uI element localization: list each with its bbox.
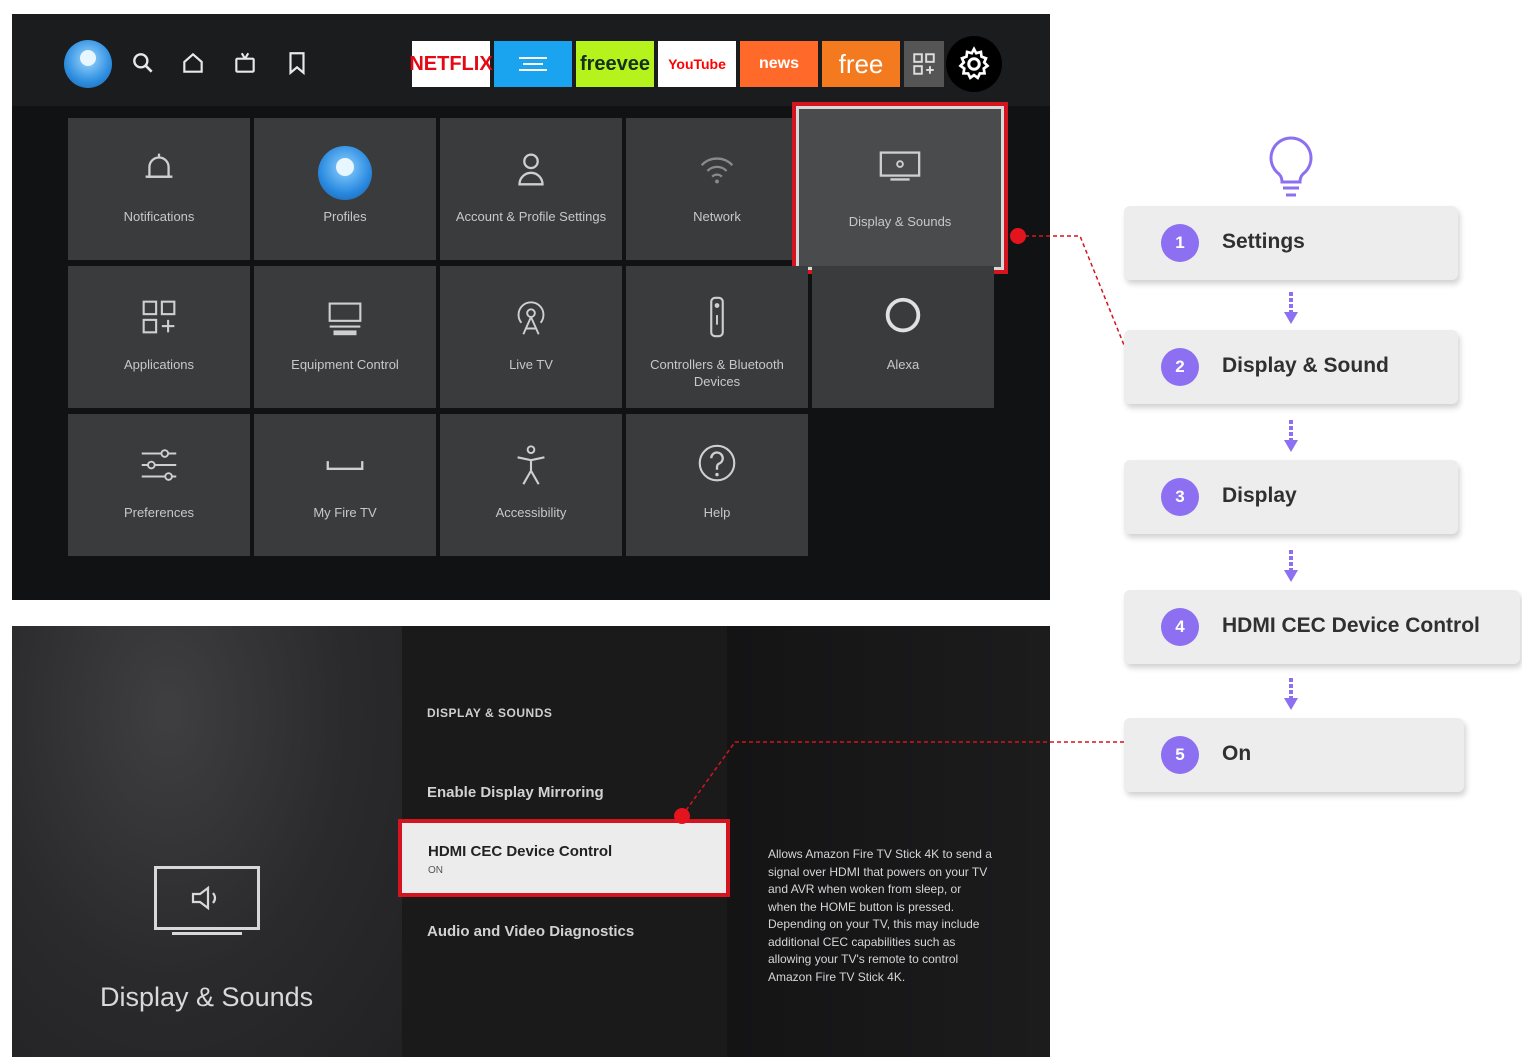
description-panel <box>727 626 1050 1057</box>
profile-avatar[interactable] <box>64 40 112 88</box>
app-label: news <box>758 55 799 72</box>
app-netflix[interactable]: NETFLIX <box>409 41 493 87</box>
antenna-icon <box>440 294 622 342</box>
display-sounds-screen: Display & Sounds DISPLAY & SOUNDS Enable… <box>12 626 1050 1057</box>
step-5: 5 On <box>1124 718 1464 792</box>
app-label: YouTube <box>668 56 726 72</box>
lightbulb-icon <box>1264 134 1318 200</box>
remote-icon <box>626 294 808 342</box>
marker-dot <box>674 808 690 824</box>
app-label: NETFLIX <box>409 52 493 75</box>
menu-item-av-diagnostics[interactable]: Audio and Video Diagnostics <box>427 923 634 940</box>
tile-label: Applications <box>123 357 195 372</box>
tile-equipment-control[interactable]: Equipment Control <box>254 266 436 408</box>
tile-label: Equipment Control <box>291 357 399 372</box>
tile-my-fire-tv[interactable]: My Fire TV <box>254 414 436 556</box>
step-label: On <box>1222 742 1252 765</box>
tile-alexa[interactable]: Alexa <box>812 266 994 408</box>
app-label: free <box>838 48 884 79</box>
menu-item-hdmi-cec[interactable]: HDMI CEC Device Control ON <box>402 823 726 893</box>
app-youtube[interactable]: YouTube <box>658 41 736 87</box>
tile-live-tv[interactable]: Live TV <box>440 266 622 408</box>
arrow-down-icon <box>1281 290 1301 326</box>
tile-notifications[interactable]: Notifications <box>68 118 250 260</box>
tile-label: Accessibility <box>495 505 567 520</box>
step-label: Display & Sound <box>1222 354 1389 377</box>
list-icon <box>519 57 547 71</box>
help-icon <box>626 442 808 490</box>
tile-label: Account & Profile Settings <box>455 209 607 224</box>
app-free[interactable]: free <box>822 41 900 87</box>
step-3: 3 Display <box>1124 460 1458 534</box>
breadcrumb: DISPLAY & SOUNDS <box>427 706 553 720</box>
marker-dot <box>1010 228 1026 244</box>
section-title: Display & Sounds <box>100 982 314 1012</box>
firetv-icon <box>254 442 436 490</box>
tile-controllers-bluetooth[interactable]: Controllers & Bluetooth Devices <box>626 266 808 408</box>
step-label: Display <box>1222 484 1297 507</box>
step-number: 2 <box>1161 348 1199 386</box>
tile-label: Controllers & Bluetooth Devices <box>650 357 784 389</box>
step-number: 4 <box>1161 608 1199 646</box>
step-label: Settings <box>1222 230 1305 253</box>
setting-description: Allows Amazon Fire TV Stick 4K to send a… <box>768 847 992 984</box>
tile-label: Preferences <box>123 505 195 520</box>
app-label: freevee <box>579 52 651 75</box>
bell-icon <box>68 146 250 194</box>
step-1: 1 Settings <box>1124 206 1458 280</box>
tile-label: Profiles <box>323 209 367 224</box>
tile-help[interactable]: Help <box>626 414 808 556</box>
menu-item-title: HDMI CEC Device Control <box>428 843 613 860</box>
live-tv-icon[interactable] <box>232 50 258 76</box>
step-2: 2 Display & Sound <box>1124 330 1458 404</box>
tile-preferences[interactable]: Preferences <box>68 414 250 556</box>
menu-item-value: ON <box>428 865 443 876</box>
alexa-icon <box>812 294 994 342</box>
menu-item-display-mirroring[interactable]: Enable Display Mirroring <box>427 784 604 801</box>
app-news[interactable]: news <box>740 41 818 87</box>
arrow-down-icon <box>1281 548 1301 584</box>
section-header-panel: Display & Sounds <box>12 626 402 1057</box>
app-freevee[interactable]: freevee <box>576 41 654 87</box>
arrow-down-icon <box>1281 676 1301 712</box>
step-number: 3 <box>1161 478 1199 516</box>
step-number: 1 <box>1161 224 1199 262</box>
step-label: HDMI CEC Device Control <box>1222 614 1480 637</box>
arrow-down-icon <box>1281 418 1301 454</box>
display-icon <box>799 143 1001 191</box>
profile-icon <box>254 146 436 200</box>
home-icon[interactable] <box>180 50 206 76</box>
tv-speaker-icon <box>154 866 260 930</box>
step-4: 4 HDMI CEC Device Control <box>1124 590 1520 664</box>
equipment-icon <box>254 294 436 342</box>
bookmark-icon[interactable] <box>284 50 310 76</box>
accessibility-icon <box>440 442 622 490</box>
tile-network[interactable]: Network <box>626 118 808 260</box>
top-nav-bar: NETFLIX freevee YouTube news free <box>12 14 1050 106</box>
wifi-icon <box>626 146 808 194</box>
step-number: 5 <box>1161 736 1199 774</box>
tile-label: Live TV <box>509 357 553 372</box>
tile-label: Notifications <box>123 209 195 224</box>
search-icon[interactable] <box>130 50 156 76</box>
tile-label: Alexa <box>886 357 920 372</box>
tile-label: Help <box>703 505 731 520</box>
tile-applications[interactable]: Applications <box>68 266 250 408</box>
tile-label: Display & Sounds <box>848 214 952 229</box>
tile-accessibility[interactable]: Accessibility <box>440 414 622 556</box>
tile-display-sounds[interactable]: Display & Sounds <box>796 106 1004 270</box>
tile-profiles[interactable]: Profiles <box>254 118 436 260</box>
tile-label: Network <box>693 209 741 224</box>
settings-screen: NETFLIX freevee YouTube news free Notifi… <box>12 14 1050 600</box>
tile-account-profile-settings[interactable]: Account & Profile Settings <box>440 118 622 260</box>
app-blue[interactable] <box>494 41 572 87</box>
person-icon <box>440 146 622 194</box>
sliders-icon <box>68 442 250 490</box>
tile-label: My Fire TV <box>313 505 377 520</box>
settings-gear-icon[interactable] <box>946 36 1002 92</box>
all-apps-icon[interactable] <box>904 41 944 87</box>
tv-stand <box>172 932 242 935</box>
apps-icon <box>68 294 250 342</box>
